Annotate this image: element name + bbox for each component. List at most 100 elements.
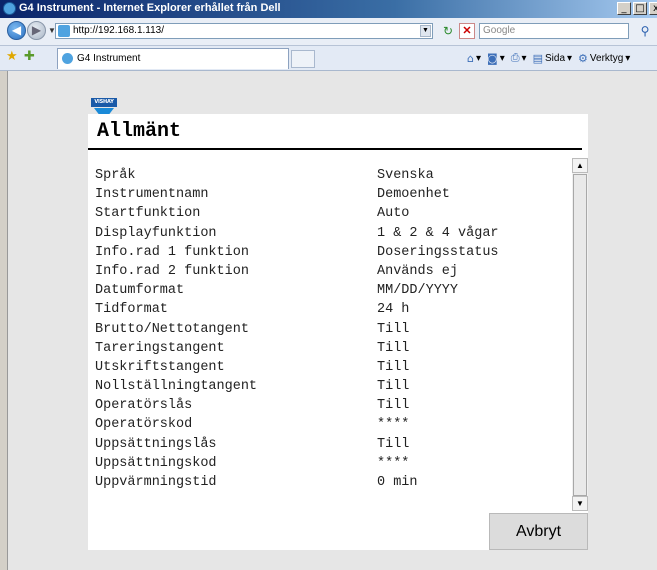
scroll-down-arrow-icon[interactable]: ▼ [572, 496, 588, 511]
tab-label: G4 Instrument [77, 53, 141, 64]
setting-value: **** [377, 417, 410, 433]
settings-row[interactable]: Uppsättningslås Till [95, 437, 575, 456]
search-icon[interactable]: ⚲ [634, 22, 656, 40]
setting-value: 1 & 2 & 4 vågar [377, 225, 499, 241]
settings-row[interactable]: Uppvärmningstid 0 min [95, 475, 575, 494]
address-input[interactable]: http://192.168.1.113/ ▼ [55, 23, 433, 39]
setting-label: Operatörskod [95, 417, 193, 433]
setting-label: Utskriftstangent [95, 359, 225, 375]
setting-label: Info.rad 2 funktion [95, 263, 249, 279]
maximize-button[interactable]: □ [633, 2, 647, 15]
setting-value: Auto [377, 206, 410, 222]
refresh-button[interactable]: ↻ [440, 23, 456, 39]
settings-row[interactable]: Operatörslås Till [95, 398, 575, 417]
settings-row[interactable]: Brutto/Nettotangent Till [95, 322, 575, 341]
close-button[interactable]: x [649, 2, 657, 15]
setting-value: Till [377, 359, 410, 375]
settings-row[interactable]: Språk Svenska [95, 168, 575, 187]
setting-label: Info.rad 1 funktion [95, 244, 249, 260]
back-button[interactable]: ◀ [7, 21, 26, 40]
setting-label: Tareringstangent [95, 340, 225, 356]
home-button[interactable]: ⌂ ▾ [467, 51, 481, 65]
home-icon: ⌂ [467, 51, 474, 65]
address-dropdown-icon[interactable]: ▼ [420, 25, 431, 37]
setting-value: Svenska [377, 168, 434, 183]
setting-label: Uppsättningskod [95, 455, 217, 471]
settings-row[interactable]: Instrumentnamn Demoenhet [95, 187, 575, 206]
logo-text: VISHAY [91, 98, 117, 107]
settings-list[interactable]: Språk Svenska Instrumentnamn Demoenhet Start… [95, 168, 575, 494]
page-icon [58, 25, 70, 37]
setting-value: Doseringsstatus [377, 244, 499, 260]
print-button[interactable]: ⎙ ▾ [511, 51, 527, 65]
settings-row[interactable]: Operatörskod **** [95, 417, 575, 436]
setting-label: Språk [95, 168, 136, 183]
tab-g4-instrument[interactable]: G4 Instrument [57, 48, 289, 69]
forward-button[interactable]: ▶ [27, 21, 46, 40]
settings-row[interactable]: Startfunktion Auto [95, 206, 575, 225]
page-title: Allmänt [97, 120, 182, 143]
settings-row[interactable]: Tidformat 24 h [95, 302, 575, 321]
setting-label: Datumformat [95, 283, 185, 299]
command-bar: ⌂ ▾ ◙ ▾ ⎙ ▾ ▤ Sida ▾ ⚙ Verktyg ▾ [467, 51, 630, 65]
stop-button[interactable]: ✕ [459, 23, 475, 39]
tab-ie-icon [62, 53, 73, 64]
setting-value: Till [377, 436, 410, 452]
gear-icon: ⚙ [578, 51, 588, 65]
setting-value: Till [377, 340, 410, 356]
title-divider [88, 148, 582, 150]
address-toolbar: ◀ ▶ ▼ http://192.168.1.113/ ▼ ↻ ✕ Google… [0, 18, 657, 46]
setting-label: Uppsättningslås [95, 436, 217, 452]
settings-row[interactable]: Displayfunktion 1 & 2 & 4 vågar [95, 226, 575, 245]
setting-value: Till [377, 398, 410, 414]
setting-value: 0 min [377, 475, 418, 490]
page-content: VISHAY Allmänt Språk Svenska Instrumentnam… [7, 71, 657, 570]
setting-label: Instrumentnamn [95, 187, 209, 203]
url-text[interactable]: http://192.168.1.113/ [73, 25, 164, 36]
settings-row[interactable]: Info.rad 2 funktion Används ej [95, 264, 575, 283]
setting-label: Brutto/Nettotangent [95, 321, 249, 337]
vertical-scrollbar[interactable]: ▲ ▼ [572, 158, 588, 511]
window-title-bar: G4 Instrument - Internet Explorer erhåll… [0, 0, 657, 18]
tools-menu[interactable]: ⚙ Verktyg ▾ [578, 51, 630, 65]
setting-value: Till [377, 321, 410, 337]
favorites-star-icon[interactable]: ★ [6, 49, 18, 64]
new-tab-button[interactable] [291, 50, 315, 68]
setting-value: 24 h [377, 302, 410, 318]
setting-value: **** [377, 455, 410, 471]
page-menu-label: Sida [544, 52, 565, 64]
settings-row[interactable]: Datumformat MM/DD/YYYY [95, 283, 575, 302]
tools-menu-label: Verktyg [589, 52, 624, 64]
search-input[interactable]: Google [479, 23, 629, 39]
scrollbar-thumb[interactable] [573, 174, 587, 496]
minimize-button[interactable]: _ [617, 2, 631, 15]
scroll-up-arrow-icon[interactable]: ▲ [572, 158, 588, 173]
settings-row[interactable]: Utskriftstangent Till [95, 360, 575, 379]
settings-row[interactable]: Nollställningtangent Till [95, 379, 575, 398]
page-menu[interactable]: ▤ Sida ▾ [533, 51, 572, 65]
page-icon: ▤ [532, 51, 543, 65]
setting-value: MM/DD/YYYY [377, 283, 459, 299]
setting-label: Startfunktion [95, 206, 201, 222]
setting-label: Uppvärmningstid [95, 475, 217, 490]
favorites-tab-bar: ★ ✚ G4 Instrument ⌂ ▾ ◙ ▾ ⎙ ▾ ▤ Sida ▾ ⚙ Verkt… [0, 46, 657, 71]
add-favorites-icon[interactable]: ✚ [24, 49, 35, 64]
print-icon: ⎙ [510, 51, 520, 64]
search-placeholder: Google [483, 25, 516, 36]
window-title: G4 Instrument - Internet Explorer erhåll… [19, 2, 281, 14]
feeds-button[interactable]: ◙ ▾ [487, 51, 505, 65]
settings-row[interactable]: Tareringstangent Till [95, 341, 575, 360]
settings-row[interactable]: Info.rad 1 funktion Doseringsstatus [95, 245, 575, 264]
window-controls: _ □ x [617, 2, 657, 15]
setting-value: Används ej [377, 263, 459, 279]
cancel-button[interactable]: Avbryt [489, 513, 588, 550]
setting-label: Nollställningtangent [95, 379, 258, 395]
setting-label: Tidformat [95, 302, 168, 318]
setting-value: Till [377, 379, 410, 395]
setting-label: Displayfunktion [95, 225, 217, 241]
settings-row[interactable]: Uppsättningskod **** [95, 456, 575, 475]
setting-value: Demoenhet [377, 187, 450, 203]
settings-panel: Allmänt Språk Svenska Instrumentnamn Demoen… [88, 114, 588, 550]
feeds-icon: ◙ [487, 51, 498, 65]
ie-logo-icon [3, 2, 16, 15]
